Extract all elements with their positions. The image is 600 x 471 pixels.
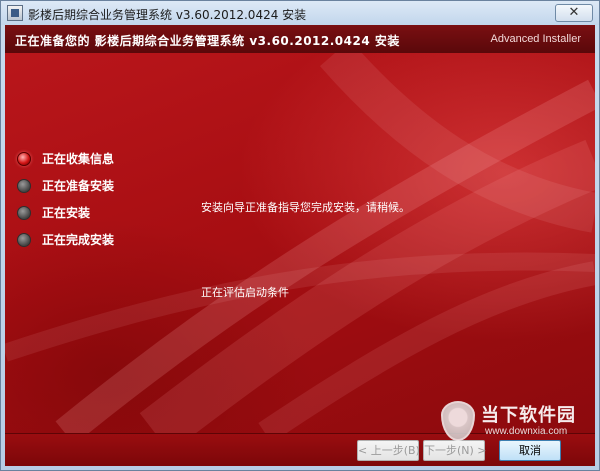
watermark-logo-icon <box>441 401 475 441</box>
step-label: 正在安装 <box>42 206 91 220</box>
window-title: 影楼后期综合业务管理系统 v3.60.2012.0424 安装 <box>28 8 307 22</box>
title-bar[interactable]: 影楼后期综合业务管理系统 v3.60.2012.0424 安装 ✕ <box>1 1 599 25</box>
progress-steps: 正在收集信息 正在准备安装 正在安装 正在完成安装 <box>17 145 114 253</box>
step-bullet-icon <box>17 232 31 247</box>
close-button[interactable]: ✕ <box>555 4 593 22</box>
step-collecting-info: 正在收集信息 <box>17 145 114 172</box>
back-button[interactable]: < 上一步(B) <box>357 440 420 461</box>
watermark: 当下软件园 www.downxia.com <box>441 399 591 445</box>
step-bullet-icon <box>17 205 31 220</box>
header-title: 正在准备您的 影楼后期综合业务管理系统 v3.60.2012.0424 安装 <box>15 34 400 48</box>
content-panel: 正在收集信息 正在准备安装 正在安装 正在完成安装 安装向导正准备指导您完成安装… <box>5 53 595 433</box>
step-installing: 正在安装 <box>17 199 114 226</box>
step-label: 正在准备安装 <box>42 179 115 193</box>
installer-header: 正在准备您的 影楼后期综合业务管理系统 v3.60.2012.0424 安装 A… <box>5 25 595 53</box>
status-text: 正在评估启动条件 <box>201 286 289 299</box>
active-step-bullet-icon <box>17 151 31 166</box>
watermark-name: 当下软件园 <box>481 405 576 426</box>
step-bullet-icon <box>17 178 31 193</box>
app-icon <box>7 5 23 21</box>
installer-window: 影楼后期综合业务管理系统 v3.60.2012.0424 安装 ✕ 正在准备您的… <box>0 0 600 471</box>
brand-label: Advanced Installer <box>490 33 582 45</box>
step-preparing-install: 正在准备安装 <box>17 172 114 199</box>
step-label: 正在完成安装 <box>42 233 115 247</box>
watermark-url: www.downxia.com <box>485 426 568 437</box>
step-finishing: 正在完成安装 <box>17 226 114 253</box>
wizard-message: 安装向导正准备指导您完成安装，请稍候。 <box>201 201 410 214</box>
step-label: 正在收集信息 <box>42 152 115 166</box>
